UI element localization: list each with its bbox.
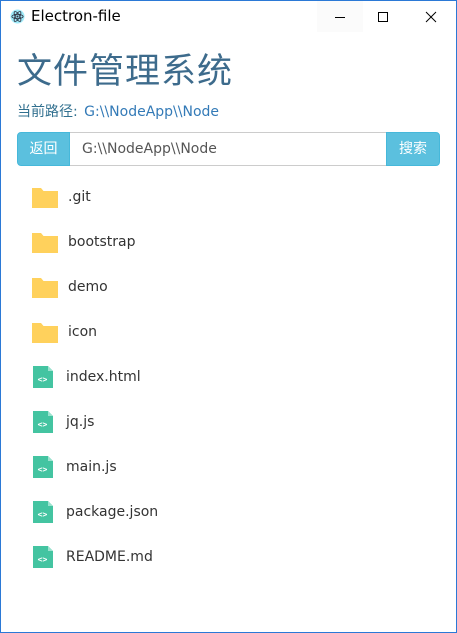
code-file-icon: <> — [33, 546, 53, 568]
list-item-folder[interactable]: .git — [1, 173, 456, 218]
maximize-button[interactable] — [360, 1, 406, 32]
svg-text:<>: <> — [38, 465, 48, 474]
path-input[interactable] — [70, 132, 386, 166]
file-name: demo — [68, 279, 108, 295]
svg-text:<>: <> — [38, 375, 48, 384]
list-item-file[interactable]: <> main.js — [1, 443, 456, 488]
file-list: .git bootstrap demo icon <> index.html <… — [1, 173, 456, 578]
window-title: Electron-file — [31, 7, 121, 25]
file-name: main.js — [66, 459, 117, 475]
app-window: Electron-file 文件管理系统 当前路径: G:\\NodeApp\\… — [0, 0, 457, 633]
back-button[interactable]: 返回 — [17, 132, 70, 166]
title-bar[interactable]: Electron-file — [1, 1, 456, 32]
list-item-file[interactable]: <> package.json — [1, 488, 456, 533]
search-button[interactable]: 搜索 — [386, 132, 440, 166]
path-search-group: 返回 搜索 — [17, 132, 440, 166]
svg-text:<>: <> — [38, 555, 48, 564]
file-name: README.md — [66, 549, 153, 565]
folder-icon — [32, 188, 58, 208]
code-file-icon: <> — [33, 366, 53, 388]
svg-text:<>: <> — [38, 420, 48, 429]
code-file-icon: <> — [33, 411, 53, 433]
maximize-icon — [378, 11, 388, 22]
file-name: index.html — [66, 369, 141, 385]
current-path: 当前路径: G:\\NodeApp\\Node — [17, 102, 219, 122]
current-path-value: G:\\NodeApp\\Node — [84, 104, 220, 120]
code-file-icon: <> — [33, 456, 53, 478]
folder-icon — [32, 323, 58, 343]
list-item-folder[interactable]: demo — [1, 263, 456, 308]
page-title: 文件管理系统 — [17, 52, 234, 92]
file-name: icon — [68, 324, 98, 340]
minimize-button[interactable] — [317, 1, 363, 32]
electron-logo-icon — [10, 9, 25, 24]
list-item-file[interactable]: <> jq.js — [1, 398, 456, 443]
list-item-file[interactable]: <> index.html — [1, 353, 456, 398]
minimize-icon — [335, 16, 345, 18]
folder-icon — [32, 233, 58, 253]
close-icon — [425, 11, 437, 22]
file-name: .git — [68, 189, 91, 205]
file-name: bootstrap — [68, 234, 136, 250]
list-item-folder[interactable]: icon — [1, 308, 456, 353]
close-button[interactable] — [408, 1, 454, 32]
current-path-label: 当前路径: — [17, 104, 78, 120]
folder-icon — [32, 278, 58, 298]
code-file-icon: <> — [33, 501, 53, 523]
list-item-file[interactable]: <> README.md — [1, 533, 456, 578]
file-name: jq.js — [66, 414, 95, 430]
svg-text:<>: <> — [38, 510, 48, 519]
file-name: package.json — [66, 504, 159, 520]
list-item-folder[interactable]: bootstrap — [1, 218, 456, 263]
